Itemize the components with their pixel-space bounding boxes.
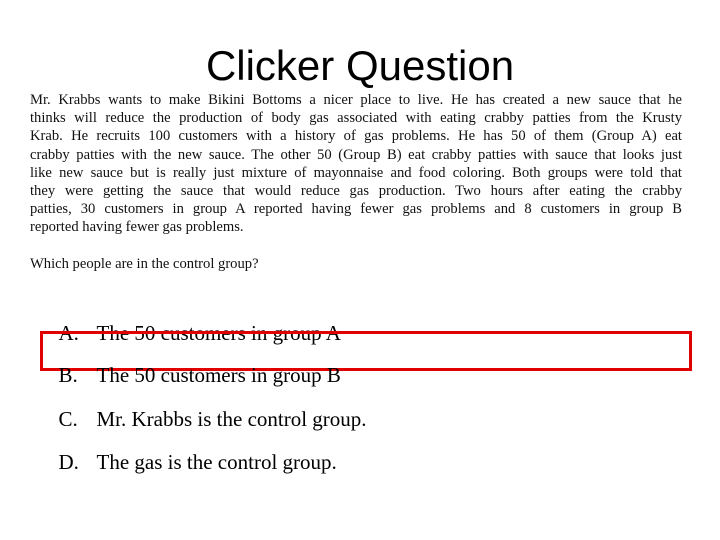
passage-line: crabby patties with the new sauce. The o… — [30, 146, 682, 163]
passage-line: Mr. Krabbs wants to make Bikini Bottoms … — [30, 92, 682, 108]
passage-line: thinks will reduce the production of bod… — [30, 110, 682, 127]
passage-line: patties, 30 customers in group A reporte… — [30, 201, 682, 218]
passage-line: reported having fewer gas problems. — [30, 219, 244, 236]
question-passage: Mr. Krabbs wants to make Bikini Bottoms … — [30, 91, 682, 237]
option-text: The gas is the control group. — [96, 450, 337, 474]
passage-line: they were getting the sauce that would r… — [30, 183, 682, 200]
option-letter: D. — [58, 450, 79, 474]
option-b[interactable]: B. The 50 customers in group B — [48, 338, 341, 388]
option-d[interactable]: D. The gas is the control group. — [48, 425, 337, 475]
passage-line: Krab. He recruits 100 customers with a h… — [30, 128, 682, 145]
passage-line: like new sauce but is really just mixtur… — [30, 164, 682, 181]
question-prompt: Which people are in the control group? — [30, 256, 259, 272]
slide-title: Clicker Question — [205, 42, 515, 89]
